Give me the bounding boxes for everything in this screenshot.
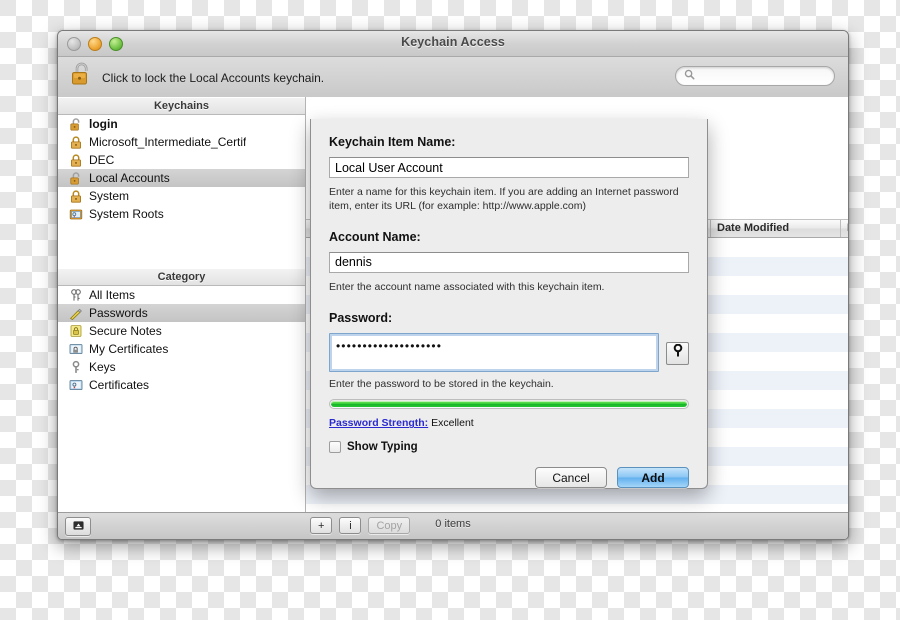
keychain-item-label: login	[89, 117, 118, 131]
window-titlebar: Keychain Access	[58, 31, 848, 57]
category-list[interactable]: All Items Passwords Secure Notes My Certifi…	[58, 286, 305, 513]
category-item-certificates[interactable]: Certificates	[58, 376, 305, 394]
keychain-item-local-accounts[interactable]: Local Accounts	[58, 169, 305, 187]
category-item-label: Secure Notes	[89, 324, 162, 338]
sidebar: Keychains login Microsoft_Intermediate_Ce…	[58, 97, 306, 513]
locked-keychain-icon	[69, 189, 83, 203]
category-item-label: Passwords	[89, 306, 148, 320]
bottom-bar: + i Copy 0 items	[58, 512, 848, 539]
my-certificates-icon	[69, 342, 83, 356]
keychain-item-label: Local Accounts	[89, 171, 170, 185]
sidebar-spacer	[58, 247, 305, 268]
search-input[interactable]	[699, 69, 826, 83]
keychain-item-label: Microsoft_Intermediate_Certif	[89, 135, 246, 149]
column-header-date-modified[interactable]: Date Modified	[711, 220, 841, 237]
keychain-item-label: DEC	[89, 153, 114, 167]
category-item-secure-notes[interactable]: Secure Notes	[58, 322, 305, 340]
keychain-item-login[interactable]: login	[58, 115, 305, 133]
unlocked-keychain-icon	[69, 117, 83, 131]
column-header-keychain[interactable]: Keychain	[841, 220, 848, 237]
keychain-item-label: System Roots	[89, 207, 164, 221]
password-strength-text: Password Strength: Excellent	[329, 417, 689, 429]
password-hint: Enter the password to be stored in the k…	[329, 378, 689, 392]
category-item-label: Certificates	[89, 378, 149, 392]
category-item-all-items[interactable]: All Items	[58, 286, 305, 304]
password-row: ••••••••••••••••••••	[329, 333, 689, 372]
locked-keychain-icon	[69, 153, 83, 167]
account-name-hint: Enter the account name associated with t…	[329, 281, 689, 295]
keychain-item-microsoft-intermediate-certif[interactable]: Microsoft_Intermediate_Certif	[58, 133, 305, 151]
show-typing-label: Show Typing	[347, 441, 418, 453]
unlocked-keychain-icon	[69, 171, 83, 185]
search-icon	[684, 67, 695, 85]
all-items-icon	[69, 288, 83, 302]
keychain-item-system-roots[interactable]: System Roots	[58, 205, 305, 223]
password-strength-fill	[331, 401, 687, 407]
locked-keychain-icon	[69, 135, 83, 149]
unlocked-padlock-icon	[71, 61, 93, 94]
keychains-header: Keychains	[58, 97, 305, 115]
new-keychain-item-sheet: Keychain Item Name: Enter a name for thi…	[310, 119, 708, 489]
keychain-item-dec[interactable]: DEC	[58, 151, 305, 169]
keychain-item-label: System	[89, 189, 129, 203]
key-icon	[672, 344, 684, 362]
secure-notes-icon	[69, 324, 83, 338]
password-assistant-button[interactable]	[666, 342, 689, 365]
certificate-icon	[69, 378, 83, 392]
show-typing-checkbox-box[interactable]	[329, 441, 341, 453]
window-title: Keychain Access	[58, 35, 848, 49]
show-typing-checkbox[interactable]: Show Typing	[329, 441, 689, 453]
password-strength-value: Excellent	[431, 417, 474, 429]
search-field[interactable]	[675, 66, 835, 86]
category-item-passwords[interactable]: Passwords	[58, 304, 305, 322]
cancel-button[interactable]: Cancel	[535, 467, 607, 488]
category-item-keys[interactable]: Keys	[58, 358, 305, 376]
certificate-keychain-icon	[69, 207, 83, 221]
keychain-access-window: Keychain Access Click to lock the Local …	[57, 30, 849, 540]
item-count-status: 0 items	[58, 518, 848, 530]
keychain-item-name-hint: Enter a name for this keychain item. If …	[329, 186, 689, 214]
sheet-buttons: Cancel Add	[329, 467, 689, 488]
keychains-list[interactable]: login Microsoft_Intermediate_Certif DEC Loc…	[58, 115, 305, 247]
keychain-item-name-label: Keychain Item Name:	[329, 135, 689, 149]
keychain-item-system[interactable]: System	[58, 187, 305, 205]
keychain-item-name-input[interactable]	[329, 157, 689, 178]
category-item-label: All Items	[89, 288, 135, 302]
category-item-my-certificates[interactable]: My Certificates	[58, 340, 305, 358]
column-header-label: Date Modified	[717, 222, 789, 234]
password-strength-bar	[329, 399, 689, 409]
account-name-input[interactable]	[329, 252, 689, 273]
category-header: Category	[58, 268, 305, 286]
add-button[interactable]: Add	[617, 467, 689, 488]
password-strength-link[interactable]: Password Strength:	[329, 417, 428, 429]
passwords-icon	[69, 306, 83, 320]
toolbar: Click to lock the Local Accounts keychai…	[58, 57, 848, 98]
password-label: Password:	[329, 311, 689, 325]
lock-keychain-label: Click to lock the Local Accounts keychai…	[102, 71, 324, 85]
column-header-label: Keychain	[847, 222, 848, 234]
key-icon	[69, 360, 83, 374]
account-name-label: Account Name:	[329, 230, 689, 244]
category-item-label: Keys	[89, 360, 116, 374]
category-item-label: My Certificates	[89, 342, 168, 356]
lock-keychain-button[interactable]: Click to lock the Local Accounts keychai…	[71, 61, 324, 94]
password-input[interactable]: ••••••••••••••••••••	[329, 333, 659, 372]
